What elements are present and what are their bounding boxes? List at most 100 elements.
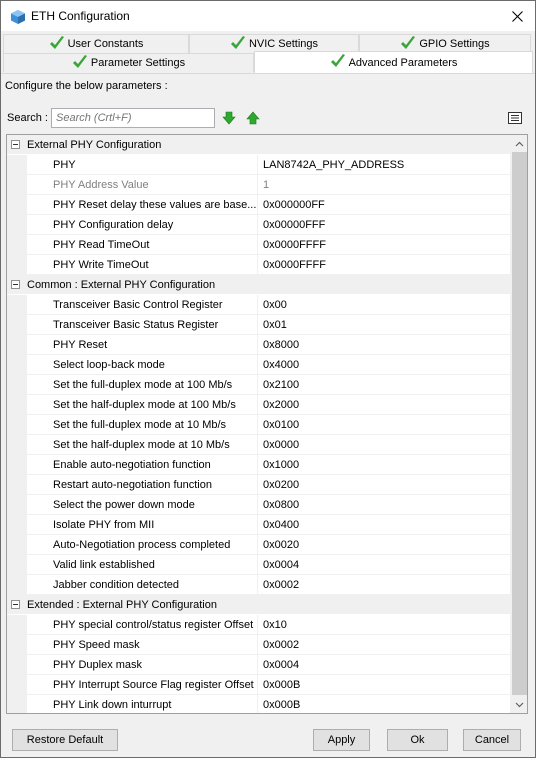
group-header[interactable]: External PHY Configuration (7, 135, 511, 155)
scroll-down-button[interactable] (511, 696, 527, 713)
property-name: Select the power down mode (27, 494, 258, 515)
property-row[interactable]: Jabber condition detected 0x0002 (7, 574, 511, 595)
property-name: Auto-Negotiation process completed (27, 534, 258, 555)
row-gutter (7, 334, 27, 355)
property-row[interactable]: Select the power down mode 0x0800 (7, 494, 511, 515)
restore-default-button[interactable]: Restore Default (12, 729, 118, 751)
property-value[interactable]: LAN8742A_PHY_ADDRESS (258, 155, 404, 175)
property-row[interactable]: PHY Link down inturrupt 0x000B (7, 694, 511, 714)
ok-button[interactable]: Ok (387, 729, 448, 751)
property-row[interactable]: PHY Reset delay these values are base...… (7, 194, 511, 215)
property-row[interactable]: PHY Write TimeOut 0x0000FFFF (7, 254, 511, 275)
property-value[interactable]: 0x2100 (258, 375, 299, 395)
row-gutter (7, 454, 27, 475)
row-gutter (7, 494, 27, 515)
property-row[interactable]: PHY Duplex mask 0x0004 (7, 654, 511, 675)
tab-parameter-settings[interactable]: Parameter Settings (3, 53, 254, 72)
close-button[interactable] (499, 1, 535, 31)
arrow-down-icon[interactable] (222, 111, 236, 125)
row-gutter (7, 534, 27, 555)
property-value[interactable]: 0x0000FFFF (258, 235, 326, 255)
property-row[interactable]: Transceiver Basic Control Register 0x00 (7, 294, 511, 315)
property-value[interactable]: 0x0004 (258, 555, 299, 575)
property-value[interactable]: 0x00000FFF (258, 215, 325, 235)
property-value[interactable]: 0x0002 (258, 635, 299, 655)
property-value[interactable]: 0x0004 (258, 655, 299, 675)
close-icon (511, 10, 523, 22)
property-row[interactable]: Auto-Negotiation process completed 0x0020 (7, 534, 511, 555)
property-value[interactable]: 0x0200 (258, 475, 299, 495)
tab-label: Advanced Parameters (348, 56, 458, 69)
scrollbar-thumb[interactable] (512, 152, 527, 695)
property-row[interactable]: Enable auto-negotiation function 0x1000 (7, 454, 511, 475)
property-row[interactable]: PHY Reset 0x8000 (7, 334, 511, 355)
tab-user-constants[interactable]: User Constants (3, 34, 189, 53)
tab-label: Parameter Settings (90, 57, 186, 69)
tab-label: User Constants (67, 38, 144, 50)
row-gutter (7, 354, 27, 375)
property-row[interactable]: Set the half-duplex mode at 10 Mb/s 0x000… (7, 434, 511, 455)
property-row[interactable]: Set the full-duplex mode at 10 Mb/s 0x010… (7, 414, 511, 435)
property-value[interactable]: 0x4000 (258, 355, 299, 375)
group-title: Extended : External PHY Configuration (27, 598, 217, 611)
property-row[interactable]: PHY special control/status register Offs… (7, 614, 511, 635)
search-input[interactable] (51, 108, 215, 128)
tab-label: NVIC Settings (248, 38, 319, 50)
property-row[interactable]: PHY Configuration delay 0x00000FFF (7, 214, 511, 235)
property-row[interactable]: Isolate PHY from MII 0x0400 (7, 514, 511, 535)
property-row[interactable]: Set the full-duplex mode at 100 Mb/s 0x21… (7, 374, 511, 395)
property-row[interactable]: PHY Speed mask 0x0002 (7, 634, 511, 655)
property-value[interactable]: 0x2000 (258, 395, 299, 415)
property-name: PHY Read TimeOut (27, 234, 258, 255)
cancel-button[interactable]: Cancel (463, 729, 521, 751)
collapse-toggle-icon[interactable] (11, 280, 20, 289)
property-name: Set the half-duplex mode at 100 Mb/s (27, 394, 258, 415)
property-value[interactable]: 0x0400 (258, 515, 299, 535)
apply-button[interactable]: Apply (313, 729, 370, 751)
property-name: Set the full-duplex mode at 10 Mb/s (27, 414, 258, 435)
arrow-up-icon[interactable] (246, 111, 260, 125)
property-value[interactable]: 0x0020 (258, 535, 299, 555)
row-gutter (7, 234, 27, 255)
property-value[interactable]: 0x0800 (258, 495, 299, 515)
title-bar: ETH Configuration (0, 0, 536, 31)
property-row[interactable]: Valid link established 0x0004 (7, 554, 511, 575)
property-value[interactable]: 0x1000 (258, 455, 299, 475)
property-row[interactable]: Restart auto-negotiation function 0x0200 (7, 474, 511, 495)
property-value[interactable]: 0x00 (258, 295, 287, 315)
property-value[interactable]: 0x0000FFFF (258, 255, 326, 275)
row-gutter (7, 214, 27, 235)
collapse-toggle-icon[interactable] (11, 600, 20, 609)
row-gutter (7, 514, 27, 535)
property-value[interactable]: 0x0100 (258, 415, 299, 435)
scroll-up-button[interactable] (511, 135, 527, 152)
tab-label: GPIO Settings (419, 38, 490, 50)
vertical-scrollbar[interactable] (510, 135, 527, 713)
group-header[interactable]: Extended : External PHY Configuration (7, 595, 511, 615)
property-row[interactable]: PHY Address Value 1 (7, 174, 511, 195)
collapse-toggle-icon[interactable] (11, 140, 20, 149)
row-gutter (7, 694, 27, 713)
tab-advanced-parameters[interactable]: Advanced Parameters (254, 51, 533, 73)
property-value[interactable]: 0x0002 (258, 575, 299, 595)
property-value[interactable]: 0x01 (258, 315, 287, 335)
property-row[interactable]: Select loop-back mode 0x4000 (7, 354, 511, 375)
property-value[interactable]: 0x0000 (258, 435, 299, 455)
property-value[interactable]: 0x000B (258, 675, 300, 695)
property-name: PHY Reset (27, 334, 258, 355)
row-gutter (7, 374, 27, 395)
group-header[interactable]: Common : External PHY Configuration (7, 275, 511, 295)
list-view-icon[interactable] (508, 111, 522, 125)
property-value[interactable]: 0x10 (258, 615, 287, 635)
property-row[interactable]: PHY LAN8742A_PHY_ADDRESS (7, 154, 511, 175)
property-row[interactable]: PHY Read TimeOut 0x0000FFFF (7, 234, 511, 255)
row-gutter (7, 674, 27, 695)
property-name: PHY (27, 154, 258, 175)
property-row[interactable]: Set the half-duplex mode at 100 Mb/s 0x20… (7, 394, 511, 415)
property-row[interactable]: PHY Interrupt Source Flag register Offse… (7, 674, 511, 695)
property-row[interactable]: Transceiver Basic Status Register 0x01 (7, 314, 511, 335)
property-value[interactable]: 0x8000 (258, 335, 299, 355)
property-value[interactable]: 0x000000FF (258, 195, 325, 215)
search-label: Search : (7, 112, 48, 124)
property-value[interactable]: 0x000B (258, 695, 300, 714)
